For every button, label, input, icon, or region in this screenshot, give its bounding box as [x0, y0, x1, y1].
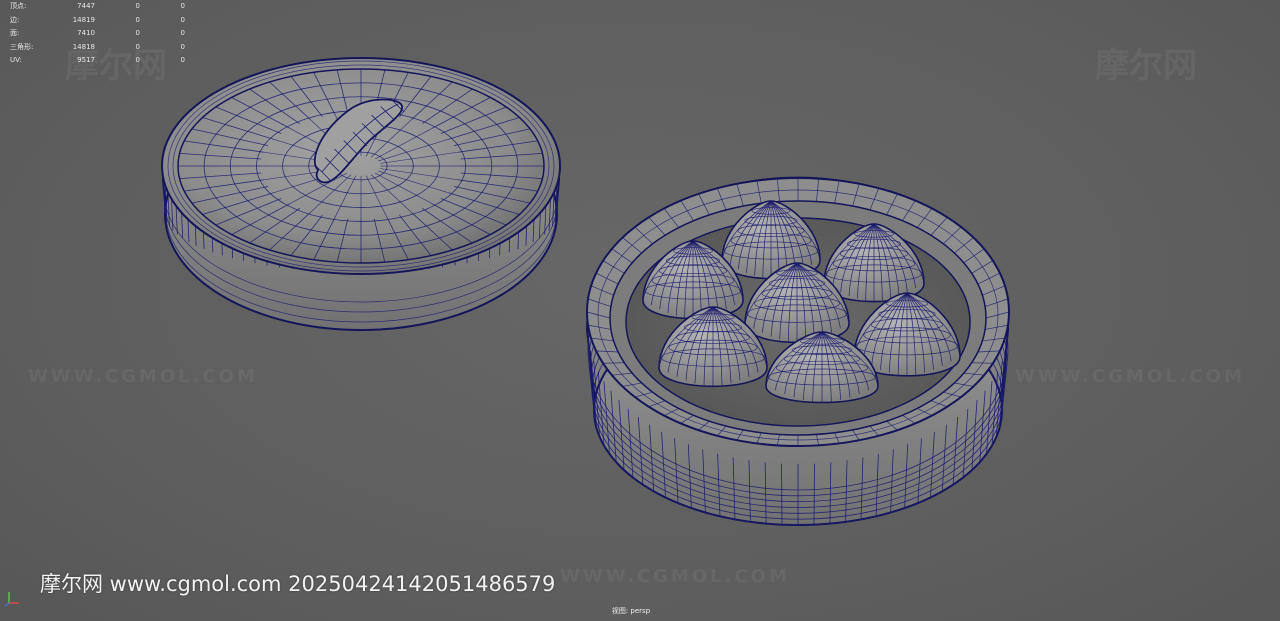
stat-label: 顶点:	[10, 2, 27, 10]
stat-row-triangles: 三角形: 14818 0 0	[10, 41, 185, 55]
stat-value: 0	[180, 42, 185, 51]
stat-value: 0	[135, 15, 140, 24]
stat-value: 0	[135, 42, 140, 51]
stat-value: 0	[135, 56, 140, 64]
stat-value: 7410	[77, 29, 95, 37]
axis-gizmo-icon	[4, 592, 19, 607]
camera-label: 视图: persp	[611, 607, 651, 615]
stat-value: 9517	[77, 56, 95, 64]
stat-value: 0	[180, 56, 185, 64]
poly-count-hud: 顶点: 7447 0 0 边: 14819 0 0 面: 7410 0 0 三角…	[10, 0, 185, 68]
steamer-lid[interactable]	[161, 57, 561, 331]
credit-watermark-text: 摩尔网 www.cgmol.com 20250424142051486579	[40, 572, 556, 596]
stat-value: 7447	[77, 2, 95, 10]
stat-row-vertices: 顶点: 7447 0 0	[10, 0, 185, 14]
stat-value: 0	[180, 2, 185, 10]
viewport-3d[interactable]: 摩尔网 摩尔网 WWW.CGMOL.COM WWW.CGMOL.COM WWW.…	[0, 0, 1280, 621]
stat-value: 14819	[72, 15, 95, 24]
stat-row-uvs: UV: 9517 0 0	[10, 54, 185, 68]
stat-row-edges: 边: 14819 0 0	[10, 14, 185, 28]
stat-value: 0	[180, 15, 185, 24]
steamer-basket[interactable]	[585, 176, 1010, 526]
stat-label: UV:	[10, 56, 22, 64]
scene-canvas[interactable]	[0, 0, 1280, 621]
stat-row-faces: 面: 7410 0 0	[10, 27, 185, 41]
stat-label: 边:	[10, 15, 20, 24]
stat-label: 三角形:	[10, 42, 34, 51]
stat-value: 0	[180, 29, 185, 37]
stat-value: 14818	[72, 42, 95, 51]
stat-value: 0	[135, 2, 140, 10]
stat-label: 面:	[10, 29, 20, 37]
stat-value: 0	[135, 29, 140, 37]
